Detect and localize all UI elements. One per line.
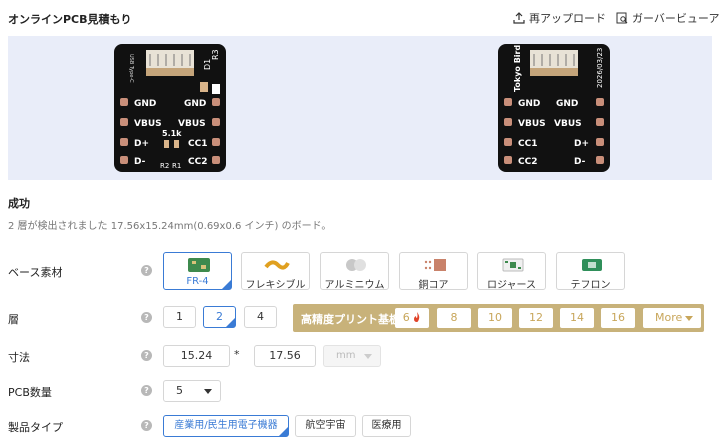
chevron-down-icon — [685, 316, 693, 321]
status-text: 成功 — [8, 197, 30, 210]
gerber-viewer-icon — [616, 12, 628, 24]
pad-label: GND — [184, 99, 206, 109]
pad-label: D- — [574, 157, 586, 167]
material-label: 銅コア — [418, 280, 449, 291]
pad-label: CC2 — [518, 157, 537, 167]
selected-corner — [222, 280, 231, 289]
hp-layer-label: 6 — [402, 311, 410, 324]
help-icon[interactable]: ? — [141, 265, 152, 276]
silk-r1: R1 — [172, 162, 181, 170]
pad-label: CC1 — [518, 139, 537, 149]
height-input[interactable]: 17.56 — [254, 345, 316, 367]
help-icon[interactable]: ? — [141, 312, 152, 323]
pad-label: VBUS — [134, 119, 162, 129]
material-copper-core[interactable]: 銅コア — [399, 252, 468, 291]
material-label: ロジャース — [487, 280, 536, 291]
pcb-preview: USB Type-C D1 R3 GND GND VBUS VBUS D+ CC… — [8, 36, 712, 180]
rogers-icon — [502, 258, 524, 272]
help-icon[interactable]: ? — [141, 350, 152, 361]
hp-layer-14[interactable]: 14 — [560, 308, 594, 328]
reupload-button[interactable]: 再アップロード — [513, 10, 606, 26]
material-label: フレキシブル — [245, 280, 306, 291]
more-label: More — [655, 311, 683, 324]
hp-layer-6[interactable]: 6 — [395, 308, 429, 328]
dimensions-label: 寸法 — [8, 351, 30, 364]
chevron-down-icon — [204, 389, 212, 394]
selected-corner — [226, 318, 235, 327]
more-layers-dropdown[interactable]: More — [643, 308, 701, 328]
fr4-icon — [188, 258, 210, 272]
material-rogers[interactable]: ロジャース — [477, 252, 546, 291]
unit-label: mm — [336, 350, 356, 361]
hp-layer-10[interactable]: 10 — [478, 308, 512, 328]
material-label: FR-4 — [186, 276, 209, 287]
pad-label: GND — [134, 99, 156, 109]
pad-label: D- — [134, 157, 146, 167]
fire-icon — [414, 312, 420, 322]
pad-label: CC1 — [188, 139, 207, 149]
material-flexible[interactable]: フレキシブル — [241, 252, 310, 291]
silk-tokyo-bird: Tokyo Bird — [513, 45, 522, 92]
product-type-aerospace[interactable]: 航空宇宙 — [295, 415, 356, 437]
pcb-bottom-view: Tokyo Bird 2026/03/23 GND GND VBUS VBUS … — [498, 44, 610, 172]
product-type-industrial[interactable]: 産業用/民生用電子機器 — [163, 415, 289, 437]
hp-layer-16[interactable]: 16 — [601, 308, 635, 328]
pad-label: CC2 — [188, 157, 207, 167]
material-teflon[interactable]: テフロン — [556, 252, 625, 291]
pcb-top-view: USB Type-C D1 R3 GND GND VBUS VBUS D+ CC… — [114, 44, 226, 172]
copper-core-icon — [424, 259, 446, 271]
silk-r3: R3 — [211, 49, 220, 60]
hp-layer-8[interactable]: 8 — [437, 308, 471, 328]
reupload-label: 再アップロード — [529, 12, 606, 25]
pad-label: D+ — [574, 139, 589, 149]
pad-label: GND — [556, 99, 578, 109]
material-label: テフロン — [570, 280, 611, 291]
detection-summary: 2 層が検出されました 17.56x15.24mm(0.69x0.6 インチ) … — [8, 221, 332, 232]
layer-option-label: 2 — [216, 310, 223, 323]
silk-date: 2026/03/23 — [596, 48, 604, 88]
help-icon[interactable]: ? — [141, 420, 152, 431]
quantity-value: 5 — [176, 384, 183, 397]
pad-label: VBUS — [178, 119, 206, 129]
silk-usb-type-c: USB Type-C — [128, 54, 134, 83]
silk-5-1k: 5.1k — [162, 129, 182, 138]
gerber-viewer-button[interactable]: ガーバービューア — [616, 10, 719, 26]
header: オンラインPCB見積もり 再アップロード ガーバービューア — [0, 0, 720, 36]
help-icon[interactable]: ? — [141, 385, 152, 396]
pad-label: VBUS — [518, 119, 546, 129]
silk-r2: R2 — [160, 162, 169, 170]
base-material-label: ベース素材 — [8, 266, 63, 279]
quantity-select[interactable]: 5 — [163, 380, 221, 402]
product-type-label: 製品タイプ — [8, 421, 63, 434]
layer-option-4[interactable]: 4 — [244, 306, 277, 328]
pad-label: GND — [518, 99, 540, 109]
layer-option-2[interactable]: 2 — [203, 306, 236, 328]
hp-layer-12[interactable]: 12 — [519, 308, 553, 328]
aluminum-icon — [346, 259, 366, 271]
teflon-icon — [582, 259, 602, 271]
times-sign: * — [234, 348, 240, 361]
high-precision-panel: 高精度プリント基板 6 8 10 12 14 16 More — [293, 304, 704, 332]
width-input[interactable]: 15.24 — [163, 345, 230, 367]
material-label: アルミニウム — [324, 280, 385, 291]
selected-corner — [279, 427, 288, 436]
chevron-down-icon — [364, 354, 372, 359]
page-title: オンラインPCB見積もり — [8, 13, 132, 26]
product-type-medical[interactable]: 医療用 — [362, 415, 411, 437]
quantity-label: PCB数量 — [8, 386, 52, 399]
layer-option-1[interactable]: 1 — [163, 306, 196, 328]
flexible-icon — [264, 260, 290, 270]
pad-label: D+ — [134, 139, 149, 149]
material-fr4[interactable]: FR-4 — [163, 252, 232, 290]
product-type-label-text: 産業用/民生用電子機器 — [174, 420, 278, 431]
gerber-viewer-label: ガーバービューア — [632, 12, 720, 25]
upload-icon — [513, 12, 525, 24]
unit-select[interactable]: mm — [323, 345, 381, 367]
layers-label: 層 — [8, 313, 19, 326]
high-precision-label: 高精度プリント基板 — [301, 313, 400, 326]
material-aluminum[interactable]: アルミニウム — [320, 252, 389, 291]
pad-label: VBUS — [554, 119, 582, 129]
